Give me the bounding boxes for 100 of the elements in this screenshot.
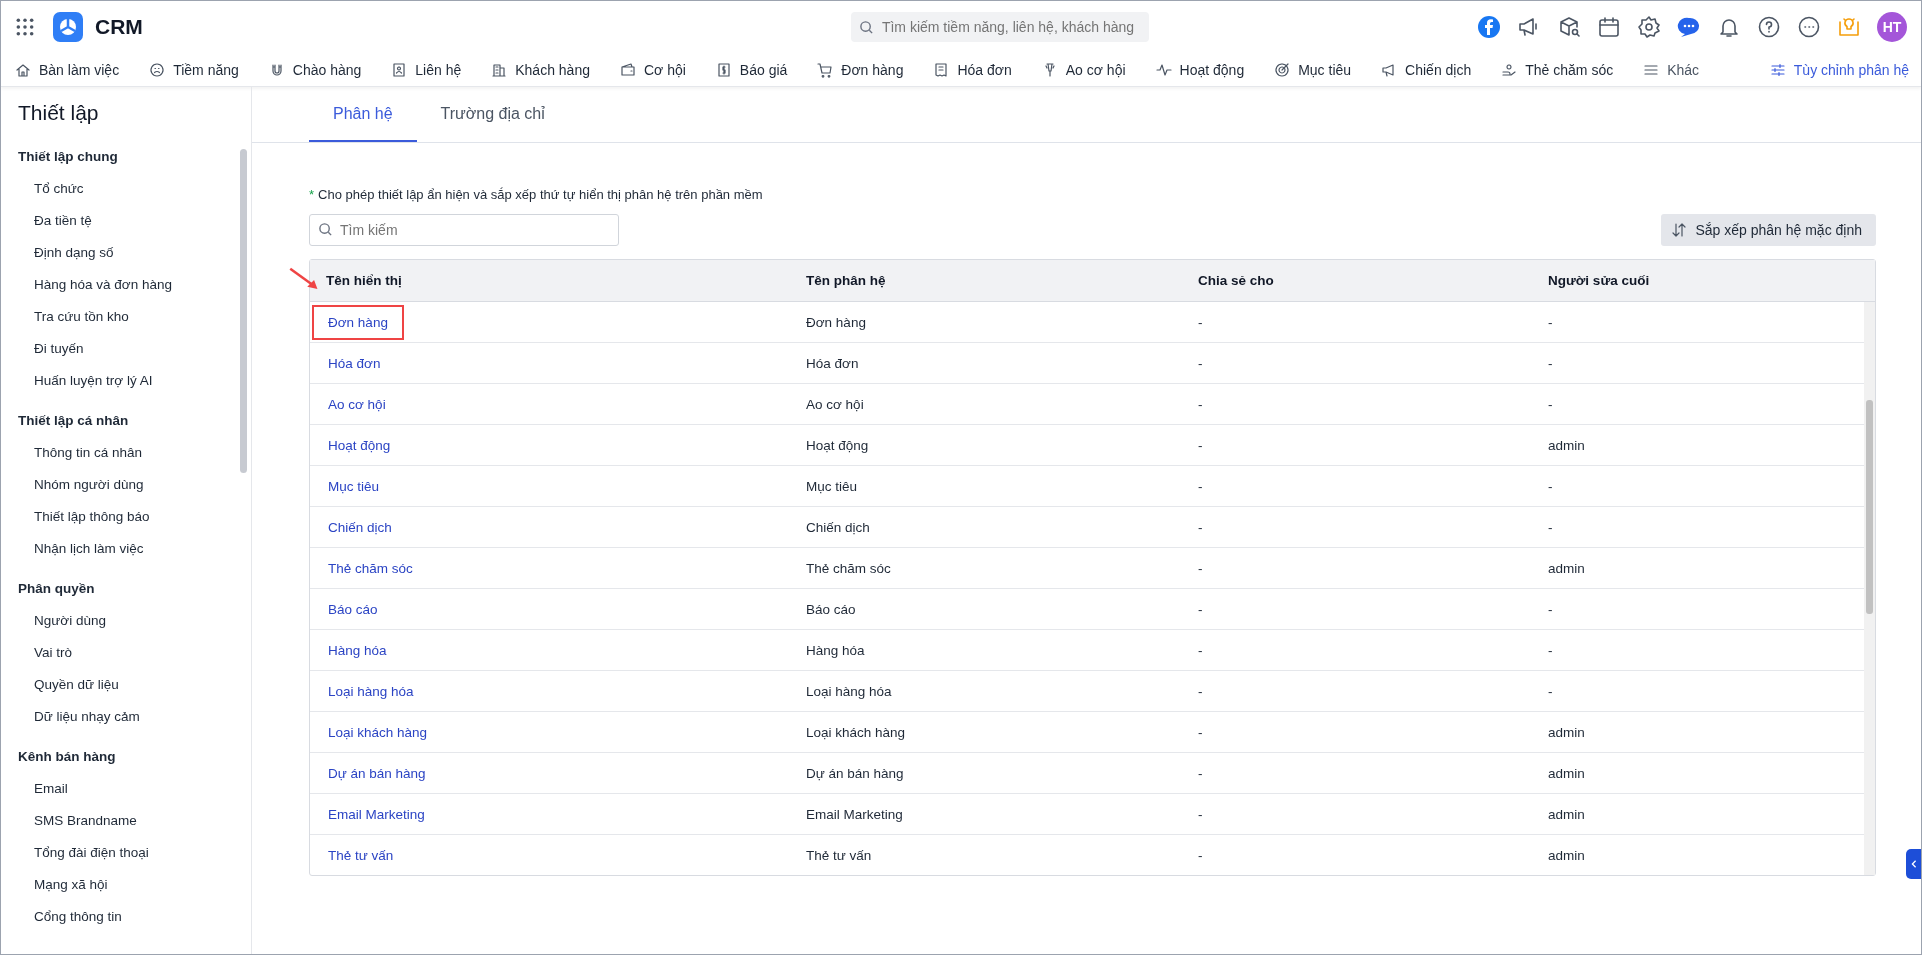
tab[interactable]: Trường địa chỉ: [416, 87, 569, 142]
sidebar-item[interactable]: Tổng đài điện thoại: [1, 836, 251, 868]
logo-icon: [53, 12, 83, 42]
table-cell-text: Báo cáo: [805, 600, 857, 619]
module-link[interactable]: Thẻ chăm sóc: [312, 550, 429, 586]
module-link[interactable]: Báo cáo: [312, 591, 394, 627]
sidebar-item[interactable]: Thiết lập thông báo: [1, 500, 251, 532]
nav-item[interactable]: Tiềm năng: [149, 61, 239, 78]
module-link[interactable]: Loại hàng hóa: [312, 673, 430, 709]
module-link[interactable]: Chiến dịch: [312, 509, 408, 545]
table-cell-text: Mục tiêu: [805, 477, 859, 496]
facebook-icon[interactable]: [1477, 15, 1501, 39]
table-cell-text: Chiến dịch: [805, 518, 871, 537]
table-scrollbar[interactable]: [1864, 302, 1875, 875]
nav-item[interactable]: Thẻ chăm sóc: [1501, 61, 1614, 78]
nav-item[interactable]: Mục tiêu: [1274, 61, 1352, 78]
sidebar-title: Thiết lập: [17, 100, 100, 126]
cart-icon: [817, 61, 834, 78]
table-cell-text: Hoạt động: [805, 436, 870, 455]
column-header: Tên hiển thị: [326, 273, 402, 288]
column-header: Tên phân hệ: [806, 273, 886, 288]
sidebar-item[interactable]: Quyền dữ liệu: [1, 668, 251, 700]
module-link[interactable]: Loại khách hàng: [312, 714, 444, 750]
module-link[interactable]: Hàng hóa: [312, 632, 403, 668]
calendar-icon[interactable]: [1597, 15, 1621, 39]
table-cell-text: -: [1197, 354, 1204, 373]
settings-icon[interactable]: [1637, 15, 1661, 39]
module-link[interactable]: Ao cơ hội: [312, 386, 402, 422]
sidebar-item[interactable]: Nhóm người dùng: [1, 468, 251, 500]
module-link[interactable]: Hoạt động: [312, 427, 407, 463]
help-icon[interactable]: [1757, 15, 1781, 39]
table-cell-text: -: [1197, 805, 1204, 824]
sidebar-item[interactable]: Vai trò: [1, 636, 251, 668]
table-cell-text: -: [1197, 682, 1204, 701]
sort-icon: [1671, 222, 1688, 238]
nav-item[interactable]: Liên hệ: [391, 61, 462, 78]
app-grid-icon[interactable]: [15, 17, 35, 37]
nav-item[interactable]: Khách hàng: [491, 61, 590, 78]
module-link[interactable]: Email Marketing: [312, 796, 441, 832]
sidebar-scrollbar[interactable]: [240, 149, 247, 473]
sidebar-item[interactable]: Tra cứu tồn kho: [1, 300, 251, 332]
module-link[interactable]: Hóa đơn: [312, 345, 397, 381]
nav-item[interactable]: Bàn làm việc: [15, 61, 120, 78]
table-search-field[interactable]: Tìm kiếm: [309, 214, 619, 246]
sidebar-item[interactable]: Cổng thông tin: [1, 900, 251, 932]
contact-card-icon: [391, 61, 408, 78]
nav-item[interactable]: Chiến dịch: [1381, 61, 1472, 78]
nav-item[interactable]: Đơn hàng: [817, 61, 904, 78]
table-cell-text: -: [1197, 723, 1204, 742]
sidebar-item[interactable]: Thông tin cá nhân: [1, 436, 251, 468]
module-link[interactable]: Mục tiêu: [312, 468, 396, 504]
sidebar-item[interactable]: Email: [1, 772, 251, 804]
sidebar-item[interactable]: Đa tiền tệ: [1, 204, 251, 236]
info-note: Cho phép thiết lập ẩn hiện và sắp xếp thứ tự hiển thị phân hệ trên phần mềm: [318, 187, 763, 202]
table-cell-text: -: [1547, 354, 1554, 373]
target-icon: [1274, 61, 1291, 78]
tab[interactable]: Phân hệ: [309, 87, 417, 142]
sidebar-item[interactable]: Mạng xã hội: [1, 868, 251, 900]
table-cell-text: -: [1197, 764, 1204, 783]
box-search-icon[interactable]: [1557, 15, 1581, 39]
default-sort-button[interactable]: Sắp xếp phân hệ mặc định: [1661, 214, 1876, 246]
table-cell-text: -: [1547, 641, 1554, 660]
sidebar-item[interactable]: Người dùng: [1, 604, 251, 636]
sidebar-item[interactable]: Hàng hóa và đơn hàng: [1, 268, 251, 300]
nav-item[interactable]: Chào hàng: [268, 61, 362, 78]
table-cell-text: -: [1547, 518, 1554, 537]
nav-item[interactable]: Khác: [1643, 61, 1700, 78]
nav-item[interactable]: Hoạt động: [1155, 61, 1245, 78]
table-cell-text: admin: [1547, 805, 1586, 824]
sidebar-item[interactable]: Huấn luyện trợ lý AI: [1, 364, 251, 396]
sidebar-item[interactable]: Tổ chức: [1, 172, 251, 204]
nav-item[interactable]: Báo giá: [715, 61, 788, 78]
sidebar-item[interactable]: Đi tuyến: [1, 332, 251, 364]
table-cell-text: -: [1547, 600, 1554, 619]
chat-icon[interactable]: [1677, 15, 1701, 39]
table-cell-text: admin: [1547, 723, 1586, 742]
table-cell-text: -: [1197, 846, 1204, 865]
search-field[interactable]: Tìm kiếm tiềm năng, liên hệ, khách hàng: [850, 12, 1149, 42]
more-icon[interactable]: [1797, 15, 1821, 39]
module-link[interactable]: Thẻ tư vấn: [312, 837, 410, 873]
face-icon: [149, 61, 166, 78]
nav-item[interactable]: Hóa đơn: [933, 61, 1012, 78]
module-link[interactable]: Đơn hàng: [312, 304, 404, 340]
sidebar-item[interactable]: Dữ liệu nhạy cảm: [1, 700, 251, 732]
search-icon: [858, 19, 874, 35]
sidebar-item[interactable]: SMS Brandname: [1, 804, 251, 836]
table-cell-text: Dự án bán hàng: [805, 764, 905, 783]
table-cell-text: -: [1197, 600, 1204, 619]
table-cell-text: -: [1547, 395, 1554, 414]
nav-item[interactable]: Ao cơ hội: [1041, 61, 1126, 78]
collapse-panel-button[interactable]: [1906, 849, 1921, 879]
user-avatar[interactable]: HT: [1877, 12, 1907, 42]
nav-item[interactable]: Cơ hội: [619, 61, 686, 78]
table-cell-text: -: [1197, 477, 1204, 496]
sidebar-item[interactable]: Nhận lịch làm việc: [1, 532, 251, 564]
module-link[interactable]: Dự án bán hàng: [312, 755, 442, 791]
customize-modules-link[interactable]: Tùy chỉnh phân hệ: [1769, 61, 1909, 78]
hand-icon: [1501, 61, 1518, 78]
sidebar-item[interactable]: Định dạng số: [1, 236, 251, 268]
table-cell-text: Ao cơ hội: [805, 395, 865, 414]
